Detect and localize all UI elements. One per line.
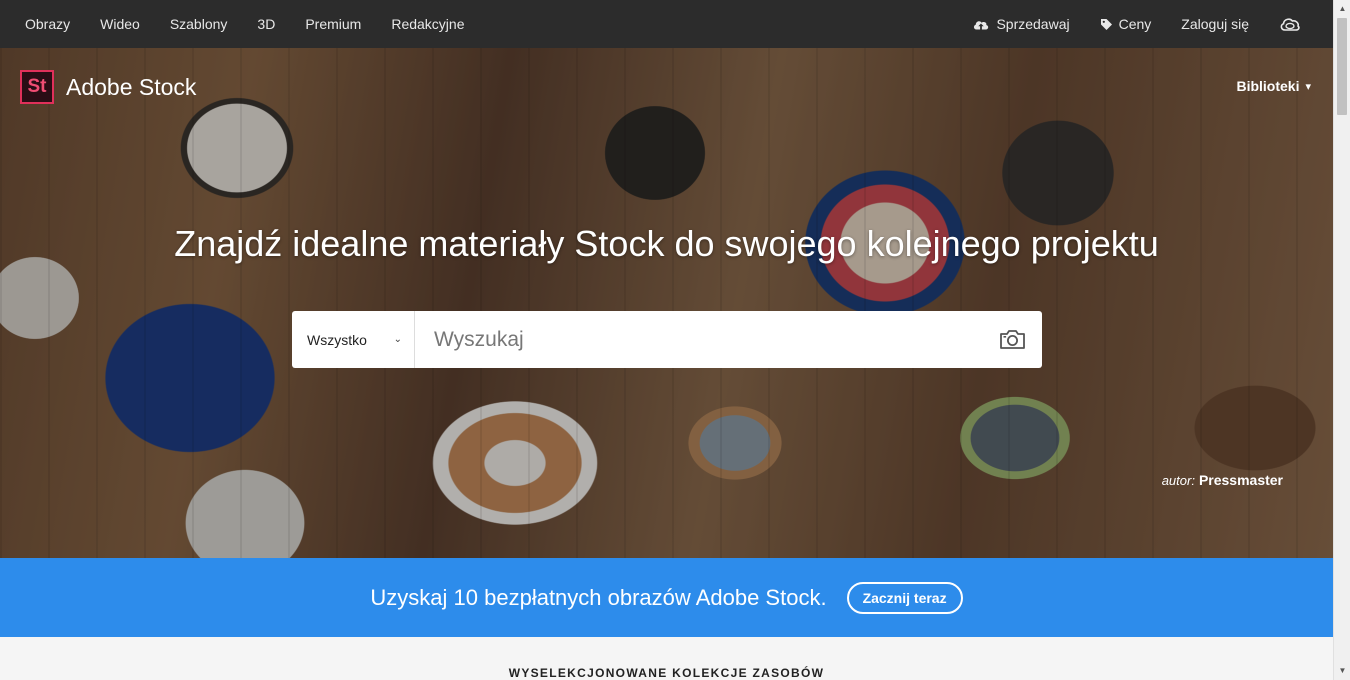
nav-item-images[interactable]: Obrazy [25,16,70,32]
adobe-stock-logo[interactable]: St Adobe Stock [20,70,196,104]
credit-author[interactable]: Pressmaster [1199,472,1283,488]
libraries-label: Biblioteki [1236,78,1300,94]
signin-label: Zaloguj się [1181,16,1249,32]
camera-icon [999,330,1025,349]
creative-cloud-icon [1280,18,1300,31]
cloud-upload-icon [974,21,989,30]
collections-section-title: WYSELEKCJONOWANE KOLEKCJE ZASOBÓW [508,666,825,680]
topnav-categories: Obrazy Wideo Szablony 3D Premium Redakcy… [0,16,494,32]
nav-item-3d[interactable]: 3D [257,16,275,32]
libraries-dropdown[interactable]: Biblioteki ▾ [1236,78,1311,94]
credit-prefix: autor: [1161,473,1195,488]
promo-text: Uzyskaj 10 bezpłatnych obrazów Adobe Sto… [370,584,827,610]
top-navigation: Obrazy Wideo Szablony 3D Premium Redakcy… [0,0,1333,48]
promo-banner: Uzyskaj 10 bezpłatnych obrazów Adobe Sto… [0,558,1333,637]
creative-cloud-button[interactable] [1279,16,1307,32]
pricing-link[interactable]: Ceny [1100,16,1152,32]
search-filter-dropdown[interactable]: Wszystko ⌄ [292,311,415,368]
chevron-down-icon: ▾ [1305,80,1311,93]
search-bar: Wszystko ⌄ [292,311,1042,368]
logo-name: Adobe Stock [66,73,197,100]
scroll-up-icon[interactable]: ▲ [1334,2,1350,16]
photo-credit: autor: Pressmaster [1162,472,1283,488]
sell-link[interactable]: Sprzedawaj [972,16,1070,32]
pricing-label: Ceny [1118,16,1152,32]
search-filter-value: Wszystko [307,331,367,348]
nav-item-video[interactable]: Wideo [100,16,140,32]
tag-icon [1100,18,1112,30]
scroll-down-icon[interactable]: ▼ [1334,664,1350,678]
logo-badge: St [20,70,54,104]
nav-item-templates[interactable]: Szablony [170,16,228,32]
signin-link[interactable]: Zaloguj się [1181,16,1249,32]
chevron-down-icon: ⌄ [393,334,402,345]
sell-label: Sprzedawaj [996,16,1070,32]
visual-search-button[interactable] [982,329,1042,350]
nav-item-premium[interactable]: Premium [305,16,361,32]
topnav-account: Sprzedawaj Ceny Zaloguj się [942,16,1333,32]
hero-headline: Znajdź idealne materiały Stock do swojeg… [174,223,1159,264]
scroll-thumb[interactable] [1337,18,1347,115]
page-scrollbar[interactable]: ▲ ▼ [1333,0,1350,680]
start-now-button[interactable]: Zacznij teraz [846,581,963,614]
search-input[interactable] [415,311,982,368]
hero-banner: St Adobe Stock Biblioteki ▾ Znajdź ideal… [0,48,1333,558]
nav-item-editorial[interactable]: Redakcyjne [391,16,464,32]
